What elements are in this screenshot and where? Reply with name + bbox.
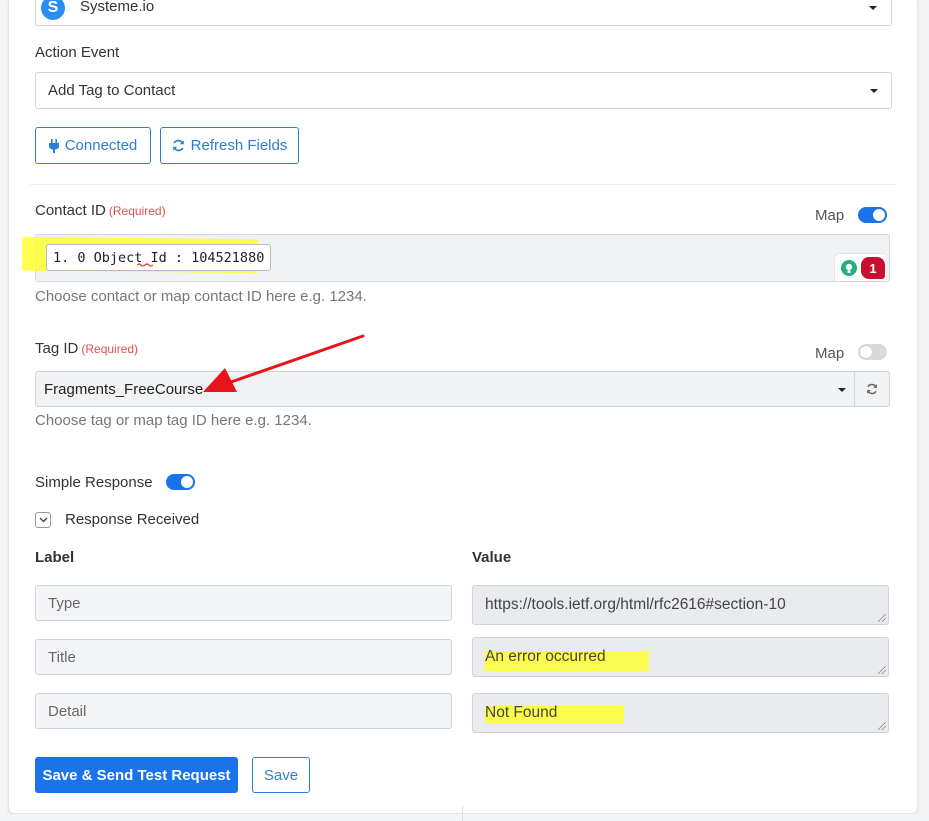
collapse-toggle[interactable]: [35, 512, 51, 528]
simple-response-toggle[interactable]: [166, 474, 195, 490]
refresh-icon: [867, 383, 877, 395]
tag-id-hint: Choose tag or map tag ID here e.g. 1234.: [35, 412, 312, 429]
action-event-label: Action Event: [35, 44, 120, 61]
response-label-text: Detail: [48, 702, 87, 720]
red-arrow-annotation: [203, 334, 365, 392]
app-select[interactable]: [35, 0, 892, 26]
save-label: Save: [263, 766, 299, 784]
spellcheck-underline: [137, 263, 153, 267]
contact-id-label-text: Contact ID: [35, 202, 106, 219]
app-select-value: Systeme.io: [80, 0, 155, 15]
refresh-fields-label: Refresh Fields: [190, 137, 288, 154]
save-send-label: Save & Send Test Request: [42, 766, 231, 784]
response-value-field[interactable]: Not Found: [472, 693, 889, 733]
config-card: [8, 0, 918, 814]
connected-button[interactable]: Connected: [35, 127, 151, 164]
contact-id-hint: Choose contact or map contact ID here e.…: [35, 288, 367, 305]
tag-id-label-text: Tag ID: [35, 340, 79, 357]
label-column-header: Label: [35, 549, 75, 566]
tag-id-label: Tag ID (Required): [35, 340, 138, 357]
response-label-field[interactable]: Title: [35, 639, 452, 675]
refresh-fields-button[interactable]: Refresh Fields: [160, 127, 299, 164]
save-send-test-button[interactable]: Save & Send Test Request: [35, 757, 238, 793]
resize-handle[interactable]: [878, 614, 886, 622]
tag-map-label: Map: [815, 345, 845, 362]
mapped-field-chip-text: 1. 0 Object Id : 104521880: [53, 249, 265, 266]
response-label-text: Type: [48, 594, 81, 612]
chevron-down-icon: [838, 388, 846, 392]
tag-id-value: Fragments_FreeCourse: [44, 381, 204, 398]
chevron-down-icon: [869, 6, 877, 10]
tag-refresh-button[interactable]: [855, 371, 890, 407]
resize-handle[interactable]: [878, 722, 886, 730]
chevron-down-icon: [39, 517, 47, 523]
response-value-field[interactable]: https://tools.ietf.org/html/rfc2616#sect…: [472, 585, 889, 625]
section-divider: [30, 184, 897, 185]
response-value-field[interactable]: An error occurred: [472, 637, 889, 677]
contact-id-label: Contact ID (Required): [35, 202, 166, 219]
response-value-text: An error occurred: [485, 648, 606, 665]
response-value-text: Not Found: [485, 704, 558, 721]
lightbulb-icon[interactable]: [841, 260, 857, 276]
response-value-text: https://tools.ietf.org/html/rfc2616#sect…: [485, 596, 786, 613]
response-label-field[interactable]: Type: [35, 585, 452, 621]
chevron-down-icon: [870, 89, 878, 93]
response-label-field[interactable]: Detail: [35, 693, 452, 729]
value-column-header: Value: [472, 549, 512, 566]
refresh-icon: [172, 139, 184, 152]
save-button[interactable]: Save: [252, 757, 310, 793]
required-indicator: (Required): [108, 204, 166, 218]
response-label-text: Title: [48, 648, 76, 666]
action-event-value: Add Tag to Contact: [48, 82, 176, 99]
required-indicator: (Required): [81, 342, 139, 356]
resize-handle[interactable]: [878, 666, 886, 674]
connected-label: Connected: [64, 137, 138, 154]
column-divider: [462, 806, 463, 821]
contact-map-toggle[interactable]: [858, 207, 887, 223]
plug-icon: [48, 138, 59, 153]
mapped-field-chip[interactable]: 1. 0 Object Id : 104521880: [46, 244, 272, 271]
contact-map-label: Map: [815, 207, 845, 224]
mapping-count-badge: 1: [861, 257, 885, 279]
page-background: [0, 814, 929, 821]
simple-response-label: Simple Response: [35, 474, 153, 491]
response-received-label: Response Received: [65, 511, 200, 528]
tag-map-toggle[interactable]: [858, 344, 887, 360]
